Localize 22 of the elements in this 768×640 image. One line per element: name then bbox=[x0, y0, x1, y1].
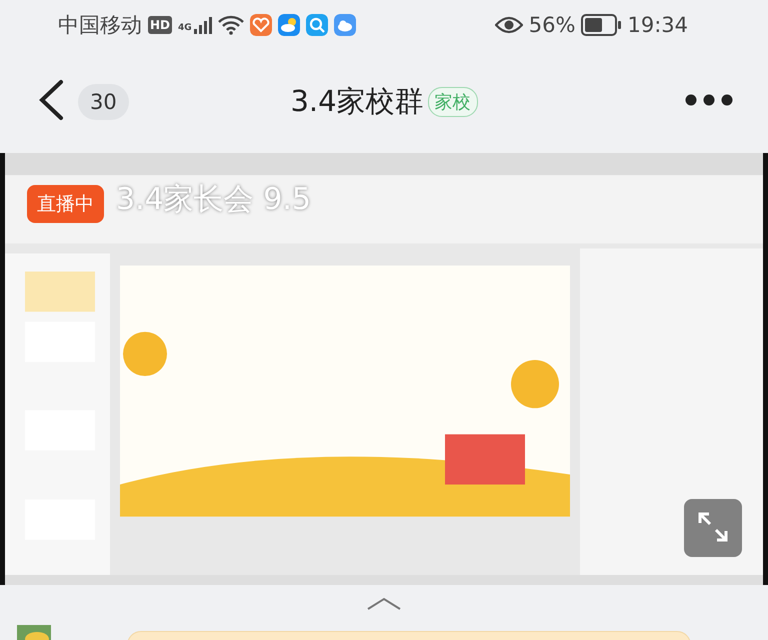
battery-percent: 56% bbox=[528, 13, 576, 37]
weather-app-icon bbox=[278, 14, 300, 36]
hd-badge: HD bbox=[148, 16, 172, 34]
carrier-name: 中国移动 bbox=[58, 12, 142, 39]
eye-icon bbox=[494, 16, 523, 34]
fullscreen-button[interactable] bbox=[684, 499, 742, 557]
avatar-icon bbox=[17, 625, 51, 640]
group-title: 3.4家校群 bbox=[290, 82, 424, 120]
search-app-icon bbox=[306, 14, 328, 36]
network-type: 4G bbox=[178, 23, 192, 33]
wifi-icon bbox=[218, 15, 244, 35]
group-tag: 家校 bbox=[428, 86, 478, 116]
cloud-app-icon bbox=[334, 14, 356, 36]
signal-icon bbox=[194, 16, 212, 34]
live-badge: 直播中 bbox=[27, 185, 104, 223]
unread-count: 30 bbox=[78, 84, 129, 120]
battery-icon bbox=[581, 14, 622, 36]
heart-app-icon bbox=[250, 14, 272, 36]
collapse-icon[interactable] bbox=[366, 597, 402, 611]
live-title: 3.4家长会 9.5 bbox=[116, 181, 311, 219]
clock-time: 19:34 bbox=[627, 13, 688, 37]
expand-icon bbox=[696, 510, 730, 544]
